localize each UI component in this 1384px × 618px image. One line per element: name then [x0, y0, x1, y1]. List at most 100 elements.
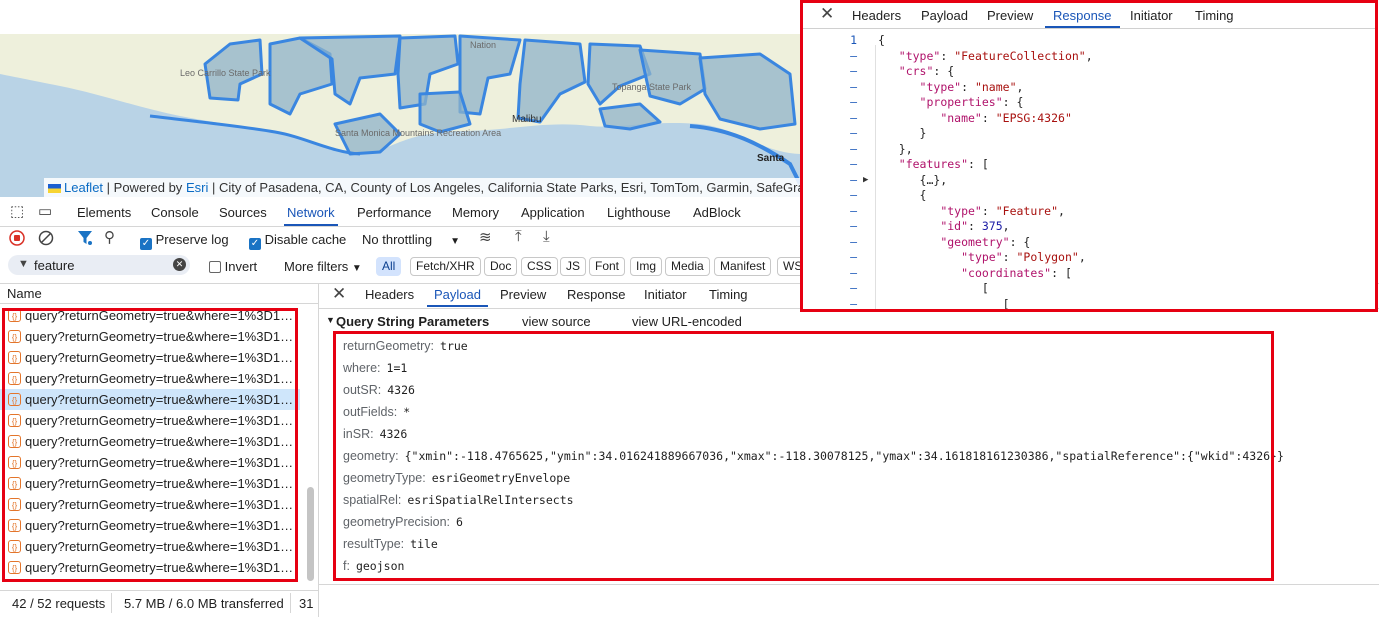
type-filter-img[interactable]: Img — [630, 257, 663, 276]
line-number: – — [850, 95, 857, 109]
param-value: 4326 — [379, 427, 408, 441]
line-number: – — [850, 48, 857, 63]
tab-adblock[interactable]: AdBlock — [693, 205, 741, 220]
network-conditions-icon[interactable]: ≋ — [479, 229, 492, 247]
request-row[interactable]: {} query?returnGeometry=true&where=1%3D1&… — [0, 494, 300, 515]
request-row[interactable]: {} query?returnGeometry=true&where=1%3D1&… — [0, 431, 300, 452]
tab-response[interactable]: Response — [567, 287, 626, 302]
transferred-size: 5.7 MB / 6.0 MB transferred — [124, 596, 284, 611]
request-name: query?returnGeometry=true&where=1%3D1&ou… — [25, 308, 297, 323]
code-line: – "name": "EPSG:4326" — [801, 111, 1377, 127]
response-code-view[interactable]: 1{– "type": "FeatureCollection", – "crs":… — [801, 31, 1377, 309]
tab-preview[interactable]: Preview — [987, 8, 1033, 23]
type-filter-manifest[interactable]: Manifest — [714, 257, 772, 276]
close-icon[interactable]: ✕ — [332, 284, 346, 304]
fold-expand-icon[interactable]: ▶ — [863, 173, 868, 189]
checkbox-checked-icon[interactable]: ✓ — [140, 238, 152, 250]
tab-payload[interactable]: Payload — [921, 8, 968, 23]
request-row[interactable]: {} query?returnGeometry=true&where=1%3D1&… — [0, 473, 300, 494]
param-value: esriGeometryEnvelope — [431, 471, 571, 485]
request-row[interactable]: {} query?returnGeometry=true&where=1%3D1&… — [0, 305, 300, 326]
view-url-encoded-link[interactable]: view URL-encoded — [632, 314, 742, 329]
request-row[interactable]: {} query?returnGeometry=true&where=1%3D1&… — [0, 452, 300, 473]
tab-console[interactable]: Console — [151, 205, 199, 220]
xhr-request-icon: {} — [8, 477, 21, 490]
code-line: – "crs": { — [801, 64, 1377, 80]
tab-timing[interactable]: Timing — [709, 287, 748, 302]
tab-response[interactable]: Response — [1045, 8, 1120, 28]
code-text: "type": "FeatureCollection", — [898, 48, 1093, 63]
import-har-icon[interactable]: ⤒ — [515, 228, 522, 246]
request-row[interactable]: {} query?returnGeometry=true&where=1%3D1&… — [0, 557, 300, 578]
request-row[interactable]: {} query?returnGeometry=true&where=1%3D1&… — [0, 347, 300, 368]
export-har-icon[interactable]: ⤓ — [543, 228, 550, 246]
line-number: – — [850, 64, 857, 78]
code-line: – "id": 375, — [801, 219, 1377, 235]
request-row[interactable]: {} query?returnGeometry=true&where=1%3D1&… — [0, 410, 300, 431]
panel-divider[interactable] — [318, 283, 319, 617]
tab-lighthouse[interactable]: Lighthouse — [607, 205, 671, 220]
query-string-section-header[interactable]: ▼ Query String Parameters view source vi… — [319, 313, 1219, 331]
checkbox-unchecked-icon[interactable] — [209, 261, 221, 273]
clear-filter-icon[interactable]: ✕ — [173, 258, 186, 271]
tab-headers[interactable]: Headers — [852, 8, 901, 23]
tab-preview[interactable]: Preview — [500, 287, 546, 302]
param-value: esriSpatialRelIntersects — [407, 493, 574, 507]
tab-initiator[interactable]: Initiator — [1130, 8, 1173, 23]
type-filter-js[interactable]: JS — [560, 257, 587, 276]
type-filter-font[interactable]: Font — [589, 257, 626, 276]
device-toolbar-icon[interactable]: ▭ — [38, 203, 52, 221]
type-filter-all[interactable]: All — [376, 257, 402, 276]
request-row[interactable]: {} query?returnGeometry=true&where=1%3D1&… — [0, 389, 300, 410]
param-key: geometryType: — [343, 471, 426, 485]
tab-initiator[interactable]: Initiator — [644, 287, 687, 302]
status-extra: 31 — [299, 596, 314, 611]
leaflet-link[interactable]: Leaflet — [64, 180, 103, 195]
name-column-header[interactable]: Name — [7, 286, 42, 301]
tab-headers[interactable]: Headers — [365, 287, 414, 302]
tab-memory[interactable]: Memory — [452, 205, 499, 220]
tab-timing[interactable]: Timing — [1195, 8, 1234, 23]
map-label: Nation — [470, 40, 496, 50]
line-number: – — [850, 234, 857, 249]
type-filter-fetch-xhr[interactable]: Fetch/XHR — [410, 257, 481, 276]
inspect-element-icon[interactable]: ⬚ — [10, 203, 24, 221]
tab-application[interactable]: Application — [521, 205, 585, 220]
tab-network[interactable]: Network — [284, 205, 338, 226]
view-source-link[interactable]: view source — [522, 314, 591, 329]
code-text: "type": "name", — [919, 79, 1024, 94]
tab-performance[interactable]: Performance — [357, 205, 431, 220]
filter-icon[interactable] — [77, 229, 93, 247]
esri-link[interactable]: Esri — [186, 180, 208, 195]
query-param-row: returnGeometry: true — [343, 336, 468, 356]
code-text: "type": "Polygon", — [961, 250, 1086, 264]
line-number: – — [850, 265, 857, 280]
map-view[interactable]: Leo Carrillo State Park Nation Santa Mon… — [0, 34, 800, 197]
more-filters-dropdown[interactable]: More filters ▼ — [284, 259, 362, 274]
close-icon[interactable]: ✕ — [820, 4, 834, 24]
record-stop-icon[interactable] — [9, 230, 25, 246]
tab-sources[interactable]: Sources — [219, 205, 267, 220]
tab-elements[interactable]: Elements — [77, 205, 131, 220]
checkbox-checked-icon[interactable]: ✓ — [249, 238, 261, 250]
request-row[interactable]: {} query?returnGeometry=true&where=1%3D1&… — [0, 515, 300, 536]
preserve-log-toggle[interactable]: ✓ Preserve log — [140, 232, 229, 250]
request-row[interactable]: {} query?returnGeometry=true&where=1%3D1&… — [0, 326, 300, 347]
clear-icon[interactable] — [38, 230, 54, 246]
throttling-select[interactable]: No throttling ▼ — [362, 232, 460, 247]
disable-cache-toggle[interactable]: ✓ Disable cache — [249, 232, 346, 250]
request-row[interactable]: {} query?returnGeometry=true&where=1%3D1&… — [0, 536, 300, 557]
filter-input[interactable]: feature — [34, 258, 74, 273]
tab-payload[interactable]: Payload — [427, 287, 488, 307]
type-filter-doc[interactable]: Doc — [484, 257, 518, 276]
request-list-scrollbar[interactable] — [307, 487, 314, 581]
invert-toggle[interactable]: Invert — [209, 259, 257, 274]
code-text: } — [878, 126, 927, 140]
search-icon[interactable]: ⚲ — [104, 229, 115, 247]
type-filter-css[interactable]: CSS — [521, 257, 558, 276]
expand-triangle-icon[interactable]: ▼ — [326, 315, 335, 325]
code-text: "id": 375, — [940, 219, 1010, 233]
request-row[interactable]: {} query?returnGeometry=true&where=1%3D1&… — [0, 368, 300, 389]
filter-input-box[interactable]: ▼ feature ✕ — [8, 255, 190, 275]
type-filter-media[interactable]: Media — [665, 257, 710, 276]
